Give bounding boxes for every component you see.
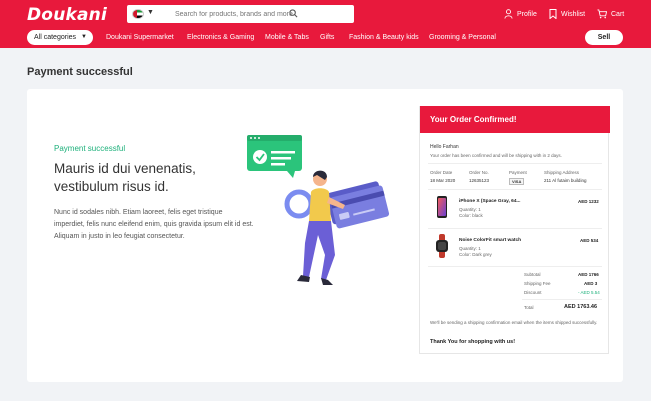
wishlist-label: Wishlist <box>561 10 586 18</box>
shipping-fee-label: Shipping Fee <box>524 281 551 286</box>
phone-image-icon <box>437 196 447 218</box>
item-name[interactable]: iPhone X (Space Gray, 64... <box>459 199 521 204</box>
logo[interactable]: Doukani <box>27 5 107 25</box>
uae-flag-icon[interactable] <box>132 9 144 19</box>
item-color: Color: Dark grey <box>459 252 492 257</box>
order-date-label: Order Date <box>430 170 453 175</box>
order-number-label: Order No. <box>469 170 489 175</box>
shipping-address-label: Shipping Address <box>544 170 580 175</box>
order-confirmation-panel: Your Order Confirmed! Hello Farhan Your … <box>419 106 610 354</box>
smartwatch-thumbnail[interactable] <box>432 234 452 258</box>
all-categories-dropdown[interactable]: All categories ▼ <box>27 30 93 45</box>
subtotal-value: AED 1766 <box>578 272 599 277</box>
iphone-thumbnail[interactable] <box>432 195 452 219</box>
visa-badge: VISA <box>509 178 525 185</box>
divider <box>522 299 602 300</box>
nav-mobile-tabs[interactable]: Mobile & Tabs <box>265 34 309 41</box>
item-name[interactable]: Noise ColorFit smart watch <box>459 238 521 243</box>
divider <box>428 189 602 190</box>
payment-label: Payment <box>509 170 527 175</box>
cart-label: Cart <box>611 10 625 18</box>
nav-fashion-beauty[interactable]: Fashion & Beauty kids <box>349 34 419 41</box>
discount-label: Discount <box>524 290 542 295</box>
discount-value: - AED 5.54 <box>578 290 600 295</box>
wishlist-link[interactable]: Wishlist <box>549 9 585 19</box>
order-date: 18 Mar 2020 <box>430 178 456 183</box>
thank-you-message: Thank You for shopping with us! <box>430 339 516 345</box>
success-heading: Mauris id dui venenatis, vestibulum risu… <box>54 161 196 194</box>
cart-link[interactable]: Cart <box>597 9 624 19</box>
total-value: AED 1763.46 <box>564 304 598 310</box>
subtotal-label: Subtotal <box>524 272 541 277</box>
total-label: Total <box>524 305 534 310</box>
shipping-fee-value: AED 3 <box>584 281 598 286</box>
divider <box>428 228 602 229</box>
page-title: Payment successful <box>27 66 133 78</box>
search-input[interactable] <box>175 7 350 21</box>
watch-image-icon <box>436 234 448 258</box>
bookmark-icon <box>549 9 557 19</box>
user-icon <box>504 9 513 19</box>
nav-grooming[interactable]: Grooming & Personal <box>429 34 496 41</box>
greeting: Hello Farhan <box>430 144 459 150</box>
order-note: Your order has been confirmed and will b… <box>430 153 562 158</box>
item-color: Color: black <box>459 213 483 218</box>
profile-link[interactable]: Profile <box>504 9 537 19</box>
item-quantity: Quantity: 1 <box>459 246 481 251</box>
cart-icon <box>597 9 607 19</box>
nav-supermarket[interactable]: Doukani Supermarket <box>106 34 174 41</box>
nav-electronics[interactable]: Electronics & Gaming <box>187 34 254 41</box>
payment-status-label: Payment successful <box>54 144 126 153</box>
sell-button[interactable]: Sell <box>585 30 623 45</box>
chevron-down-icon: ▼ <box>81 34 87 40</box>
divider <box>428 266 602 267</box>
nav-gifts[interactable]: Gifts <box>320 34 334 41</box>
profile-label: Profile <box>517 10 537 18</box>
item-price: AED 1232 <box>578 199 599 204</box>
all-categories-label: All categories <box>34 34 77 41</box>
order-confirmed-title: Your Order Confirmed! <box>420 106 610 133</box>
item-quantity: Quantity: 1 <box>459 207 481 212</box>
success-description: Nunc id sodales nibh. Etiam laoreet, fel… <box>54 209 254 240</box>
shipping-confirmation-note: We'll be sending a shipping confirmation… <box>430 320 598 325</box>
chevron-down-icon[interactable]: ▼ <box>147 9 154 16</box>
payment-illustration <box>247 135 390 285</box>
item-price: AED 534 <box>580 238 599 243</box>
divider <box>428 163 602 164</box>
order-number: 12635123 <box>469 178 490 183</box>
category-bar: All categories ▼ Doukani Supermarket Ele… <box>0 28 651 48</box>
shipping-address: 211 Al futaim building <box>544 178 587 183</box>
